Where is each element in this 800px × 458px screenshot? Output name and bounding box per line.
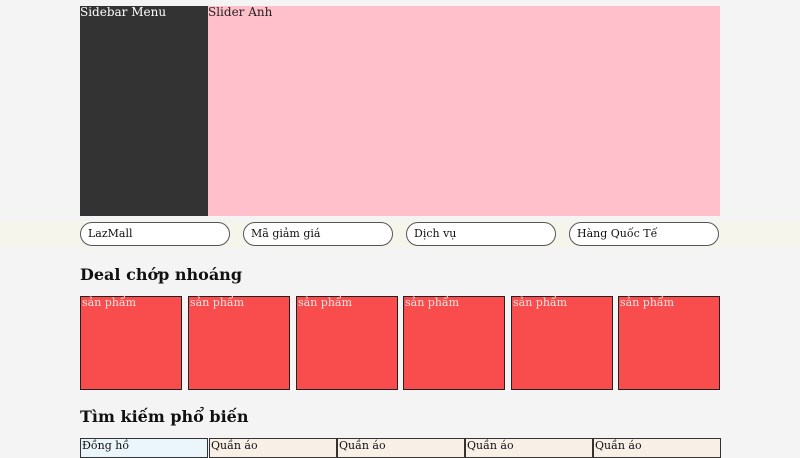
search-tag-label: Quần áo	[467, 439, 514, 452]
popular-search-clothes[interactable]: Quần áo	[593, 438, 721, 458]
popular-search-watches[interactable]: Đồng hồ	[80, 438, 208, 458]
product-label: sản phẩm	[513, 296, 568, 309]
slider-label: Slider Anh	[208, 5, 273, 19]
deal-section-title: Deal chớp nhoáng	[80, 265, 242, 284]
search-tag-label: Quần áo	[339, 439, 386, 452]
deal-product-card[interactable]: sản phẩm	[511, 296, 613, 390]
sidebar-menu[interactable]: Sidebar Menu	[80, 6, 208, 216]
product-label: sản phẩm	[190, 296, 245, 309]
search-tag-label: Quần áo	[595, 439, 642, 452]
quick-link-label: LazMall	[88, 227, 133, 240]
search-tag-label: Quần áo	[211, 439, 258, 452]
popular-search-clothes[interactable]: Quần áo	[337, 438, 465, 458]
product-label: sản phẩm	[298, 296, 353, 309]
quick-link-label: Hàng Quốc Tế	[577, 227, 658, 240]
deal-product-card[interactable]: sản phẩm	[296, 296, 398, 390]
deal-product-card[interactable]: sản phẩm	[80, 296, 182, 390]
quick-link-services[interactable]: Dịch vụ	[406, 222, 556, 246]
product-label: sản phẩm	[405, 296, 460, 309]
product-label: sản phẩm	[82, 296, 137, 309]
popular-section-title: Tìm kiếm phổ biến	[80, 407, 249, 426]
quick-link-lazmall[interactable]: LazMall	[80, 222, 230, 246]
sidebar-menu-label: Sidebar Menu	[80, 5, 167, 19]
popular-search-clothes[interactable]: Quần áo	[465, 438, 593, 458]
popular-search-clothes[interactable]: Quần áo	[209, 438, 337, 458]
quick-link-international[interactable]: Hàng Quốc Tế	[569, 222, 719, 246]
search-tag-label: Đồng hồ	[82, 439, 130, 452]
image-slider[interactable]: Slider Anh	[208, 6, 720, 216]
quick-link-label: Dịch vụ	[414, 227, 457, 240]
deal-product-card[interactable]: sản phẩm	[188, 296, 290, 390]
quick-link-label: Mã giảm giá	[251, 227, 321, 240]
deal-product-card[interactable]: sản phẩm	[618, 296, 720, 390]
deal-product-card[interactable]: sản phẩm	[403, 296, 505, 390]
quick-link-vouchers[interactable]: Mã giảm giá	[243, 222, 393, 246]
product-label: sản phẩm	[620, 296, 675, 309]
